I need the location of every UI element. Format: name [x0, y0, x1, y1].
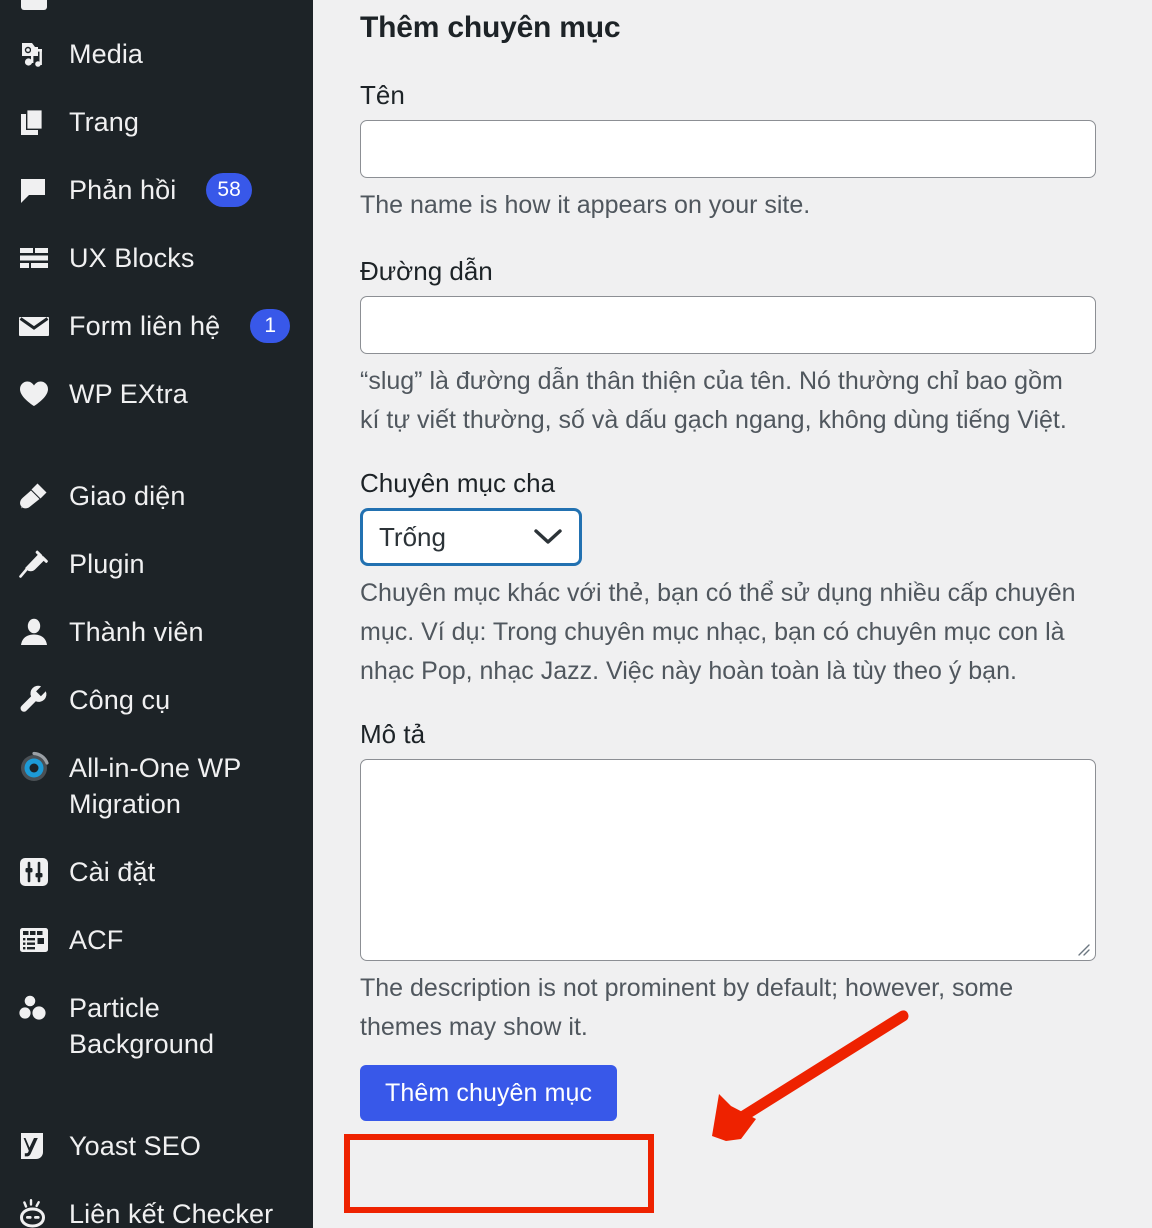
sidebar-item-label: Liên kết Checker: [69, 1199, 274, 1228]
settings-sliders-icon: [16, 854, 52, 890]
sidebar-item-label: Form liên hệ: [69, 311, 221, 341]
sidebar-item-giao-di-n[interactable]: Giao diện: [0, 462, 313, 530]
description-field-group: Mô tả The description is not prominent b…: [360, 717, 1110, 1047]
link-checker-icon: [16, 1196, 52, 1228]
sidebar-item-particle-background[interactable]: Particle Background: [0, 974, 313, 1078]
name-input[interactable]: [360, 120, 1096, 178]
parent-label: Chuyên mục cha: [360, 468, 556, 498]
sidebar-item-label: Yoast SEO: [69, 1131, 201, 1161]
admin-sidebar: Media Trang Phản hồi 58 UX Blocks Form liên h…: [0, 0, 313, 1228]
sidebar-item-label: All-in-One WP Migration: [69, 753, 242, 819]
sidebar-item-badge: 58: [206, 173, 252, 207]
parent-field-group: Chuyên mục cha Trống Chuyên mục khác với…: [360, 466, 1110, 691]
sidebar-item-wp-extra[interactable]: WP EXtra: [0, 360, 313, 428]
sidebar-item-acf[interactable]: ACF: [0, 906, 313, 974]
sidebar-item-li-n-k-t-checker[interactable]: Liên kết Checker: [0, 1180, 313, 1228]
sidebar-item-label: Particle Background: [69, 993, 215, 1059]
sidebar-item-label: WP EXtra: [69, 379, 188, 409]
comments-icon: [16, 172, 52, 208]
pages-icon: [16, 104, 52, 140]
sidebar-item-label: Cài đặt: [69, 857, 156, 887]
yoast-icon: [16, 1128, 52, 1164]
sidebar-item-label: Media: [69, 39, 144, 69]
sidebar-item-th-nh-vi-n[interactable]: Thành viên: [0, 598, 313, 666]
sidebar-item-c-ng-c[interactable]: Công cụ: [0, 666, 313, 734]
sidebar-item-plugin[interactable]: Plugin: [0, 530, 313, 598]
main-content: Thêm chuyên mục Tên The name is how it a…: [313, 0, 1152, 1228]
plug-icon: [16, 546, 52, 582]
name-label: Tên: [360, 80, 405, 110]
wrench-icon: [16, 682, 52, 718]
sidebar-item-ph-n-h-i[interactable]: Phản hồi 58: [0, 156, 313, 224]
sidebar-item-all-in-one-wp-migration[interactable]: All-in-One WP Migration: [0, 734, 313, 838]
slug-field-group: Đường dẫn “slug” là đường dẫn thân thiện…: [360, 254, 1110, 440]
sidebar-item-label: Thành viên: [69, 617, 204, 647]
media-icon: [16, 36, 52, 72]
heart-icon: [16, 376, 52, 412]
sidebar-item-badge: 1: [250, 309, 291, 343]
sidebar-item-trang[interactable]: Trang: [0, 88, 313, 156]
blocks-icon: [16, 240, 52, 276]
name-help-text: The name is how it appears on your site.: [360, 191, 811, 219]
parent-select-wrapper: Trống: [360, 508, 582, 566]
sidebar-separator: [0, 1078, 313, 1112]
envelope-icon: [16, 308, 52, 344]
sidebar-item-form-li-n-h[interactable]: Form liên hệ 1: [0, 292, 313, 360]
description-textarea-wrapper: [360, 759, 1096, 961]
migration-icon: [16, 750, 52, 786]
particles-icon: [16, 990, 52, 1026]
name-field-group: Tên The name is how it appears on your s…: [360, 78, 1110, 225]
posts-icon: [16, 0, 52, 20]
page-title: Thêm chuyên mục: [360, 11, 621, 44]
description-textarea[interactable]: [360, 759, 1096, 961]
submit-row: Thêm chuyên mục: [360, 1065, 1110, 1121]
sidebar-item-yoast-seo[interactable]: Yoast SEO: [0, 1112, 313, 1180]
sidebar-item-c-i-t[interactable]: Cài đặt: [0, 838, 313, 906]
parent-select-value: Trống: [379, 522, 446, 552]
parent-select[interactable]: Trống: [360, 508, 582, 566]
user-icon: [16, 614, 52, 650]
sidebar-item-label: UX Blocks: [69, 243, 195, 273]
add-category-button[interactable]: Thêm chuyên mục: [360, 1065, 618, 1121]
sidebar-item-ux-blocks[interactable]: UX Blocks: [0, 224, 313, 292]
chevron-down-icon: [533, 528, 563, 546]
sidebar-item-label: Phản hồi: [69, 175, 177, 205]
paintbrush-icon: [16, 478, 52, 514]
sidebar-item-label: ACF: [69, 925, 124, 955]
slug-input[interactable]: [360, 296, 1096, 354]
sidebar-item-media[interactable]: Media: [0, 20, 313, 88]
admin-screen: Media Trang Phản hồi 58 UX Blocks Form liên h…: [0, 0, 1152, 1228]
sidebar-item-posts[interactable]: [0, 0, 313, 20]
sidebar-item-label: Giao diện: [69, 481, 186, 511]
sidebar-item-label: Công cụ: [69, 685, 171, 715]
sidebar-item-label: Plugin: [69, 549, 145, 579]
acf-form-icon: [16, 922, 52, 958]
parent-help-text: Chuyên mục khác với thẻ, bạn có thể sử d…: [360, 579, 1076, 685]
description-help-text: The description is not prominent by defa…: [360, 974, 1014, 1041]
sidebar-item-label: Trang: [69, 107, 140, 137]
description-label: Mô tả: [360, 719, 426, 749]
slug-help-text: “slug” là đường dẫn thân thiện của tên. …: [360, 367, 1067, 434]
slug-label: Đường dẫn: [360, 256, 493, 286]
sidebar-separator: [0, 428, 313, 462]
